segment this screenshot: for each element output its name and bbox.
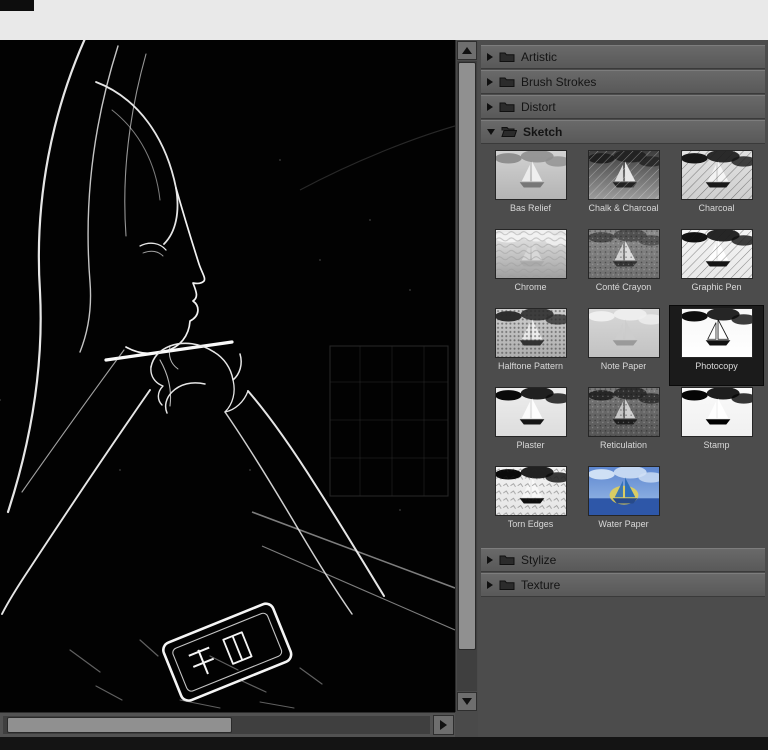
filter-thumbnail-label: Photocopy [695, 361, 738, 371]
filter-thumbnail-label: Chalk & Charcoal [588, 203, 659, 213]
filter-thumbnail-image [680, 149, 756, 200]
filter-thumbnail-label: Graphic Pen [691, 282, 742, 292]
filter-thumb-halftone-pattern[interactable]: Halftone Pattern [484, 306, 577, 385]
filter-thumb-graphic-pen[interactable]: Graphic Pen [670, 227, 763, 306]
category-header-artistic[interactable]: Artistic [481, 45, 765, 69]
filter-thumbnail-label: Bas Relief [509, 203, 552, 213]
scroll-down-button[interactable] [457, 692, 477, 711]
filter-thumbnail-image [587, 386, 663, 437]
filter-thumb-water-paper[interactable]: Water Paper [577, 464, 670, 543]
horizontal-scrollbar-track[interactable] [3, 716, 430, 734]
preview-image [0, 40, 455, 712]
filter-thumbnail-image [680, 386, 756, 437]
chevron-right-icon [487, 556, 493, 564]
scroll-down-arrow-icon [462, 698, 472, 705]
filter-thumbnail-image [494, 386, 570, 437]
category-label: Distort [521, 100, 556, 114]
filter-thumb-chalk-charcoal[interactable]: Chalk & Charcoal [577, 148, 670, 227]
filter-thumb-torn-edges[interactable]: Torn Edges [484, 464, 577, 543]
filter-category-panel: Artistic Brush Strokes Distort Sketch Bas Re… [478, 40, 768, 737]
scroll-right-button[interactable] [433, 715, 454, 735]
filter-thumbnail-label: Water Paper [598, 519, 649, 529]
window-corner-fragment [0, 0, 34, 11]
folder-icon [499, 101, 515, 113]
folder-icon [501, 126, 517, 138]
filter-thumb-stamp[interactable]: Stamp [670, 385, 763, 464]
filter-thumbnail-image [587, 149, 663, 200]
scrollbar-corner [455, 712, 478, 737]
horizontal-scrollbar-thumb[interactable] [7, 717, 232, 733]
category-header-distort[interactable]: Distort [481, 95, 765, 119]
vertical-scrollbar-thumb[interactable] [458, 62, 476, 650]
filter-thumbnail-image [587, 228, 663, 279]
window-top-strip [0, 0, 768, 41]
filter-preview-canvas[interactable] [0, 40, 455, 712]
filter-thumb-reticulation[interactable]: Reticulation [577, 385, 670, 464]
filter-thumbnail-image [680, 228, 756, 279]
vertical-scrollbar[interactable] [455, 40, 478, 712]
filter-thumbnail-label: Note Paper [600, 361, 647, 371]
folder-icon [499, 554, 515, 566]
category-label: Brush Strokes [521, 75, 597, 89]
filter-thumbnail-image [494, 149, 570, 200]
scroll-right-arrow-icon [440, 720, 447, 730]
scroll-up-button[interactable] [457, 41, 477, 60]
chevron-right-icon [487, 78, 493, 86]
category-header-stylize[interactable]: Stylize [481, 548, 765, 572]
filter-thumbnail-image [494, 228, 570, 279]
chevron-right-icon [487, 103, 493, 111]
filter-thumbnail-image [494, 465, 570, 516]
folder-icon [499, 51, 515, 63]
filter-thumb-note-paper[interactable]: Note Paper [577, 306, 670, 385]
filter-thumbnail-image [587, 307, 663, 358]
chevron-down-icon [487, 129, 495, 135]
filter-thumbnail-image [587, 465, 663, 516]
category-label: Stylize [521, 553, 557, 567]
filter-thumb-cont-crayon[interactable]: Conté Crayon [577, 227, 670, 306]
category-label: Sketch [523, 125, 563, 139]
filter-thumbnail-label: Halftone Pattern [497, 361, 564, 371]
filter-thumb-plaster[interactable]: Plaster [484, 385, 577, 464]
scroll-up-arrow-icon [462, 47, 472, 54]
category-label: Artistic [521, 50, 557, 64]
filter-thumb-photocopy[interactable]: Photocopy [669, 305, 764, 386]
filter-thumbnail-label: Stamp [703, 440, 730, 450]
category-header-texture[interactable]: Texture [481, 573, 765, 597]
category-header-brush-strokes[interactable]: Brush Strokes [481, 70, 765, 94]
window-bottom-bar [0, 737, 768, 750]
filter-thumbnail-label: Reticulation [599, 440, 648, 450]
sketch-filter-grid: Bas Relief Chalk & Charcoal Charcoal Chrome… [478, 145, 768, 548]
filter-thumbnail-image [680, 307, 756, 358]
filter-thumb-charcoal[interactable]: Charcoal [670, 148, 763, 227]
filter-thumbnail-label: Charcoal [698, 203, 735, 213]
chevron-right-icon [487, 581, 493, 589]
filter-thumbnail-label: Conté Crayon [595, 282, 652, 292]
filter-thumbnail-label: Torn Edges [507, 519, 554, 529]
category-label: Texture [521, 578, 561, 592]
horizontal-scrollbar[interactable] [0, 712, 455, 737]
category-header-sketch[interactable]: Sketch [481, 120, 765, 144]
folder-icon [499, 579, 515, 591]
vertical-scrollbar-track[interactable] [457, 61, 477, 691]
chevron-right-icon [487, 53, 493, 61]
filter-thumb-bas-relief[interactable]: Bas Relief [484, 148, 577, 227]
folder-icon [499, 76, 515, 88]
filter-thumb-chrome[interactable]: Chrome [484, 227, 577, 306]
filter-gallery-window: Artistic Brush Strokes Distort Sketch Bas Re… [0, 0, 768, 750]
filter-thumbnail-image [494, 307, 570, 358]
filter-thumbnail-label: Plaster [516, 440, 545, 450]
filter-thumbnail-label: Chrome [514, 282, 547, 292]
